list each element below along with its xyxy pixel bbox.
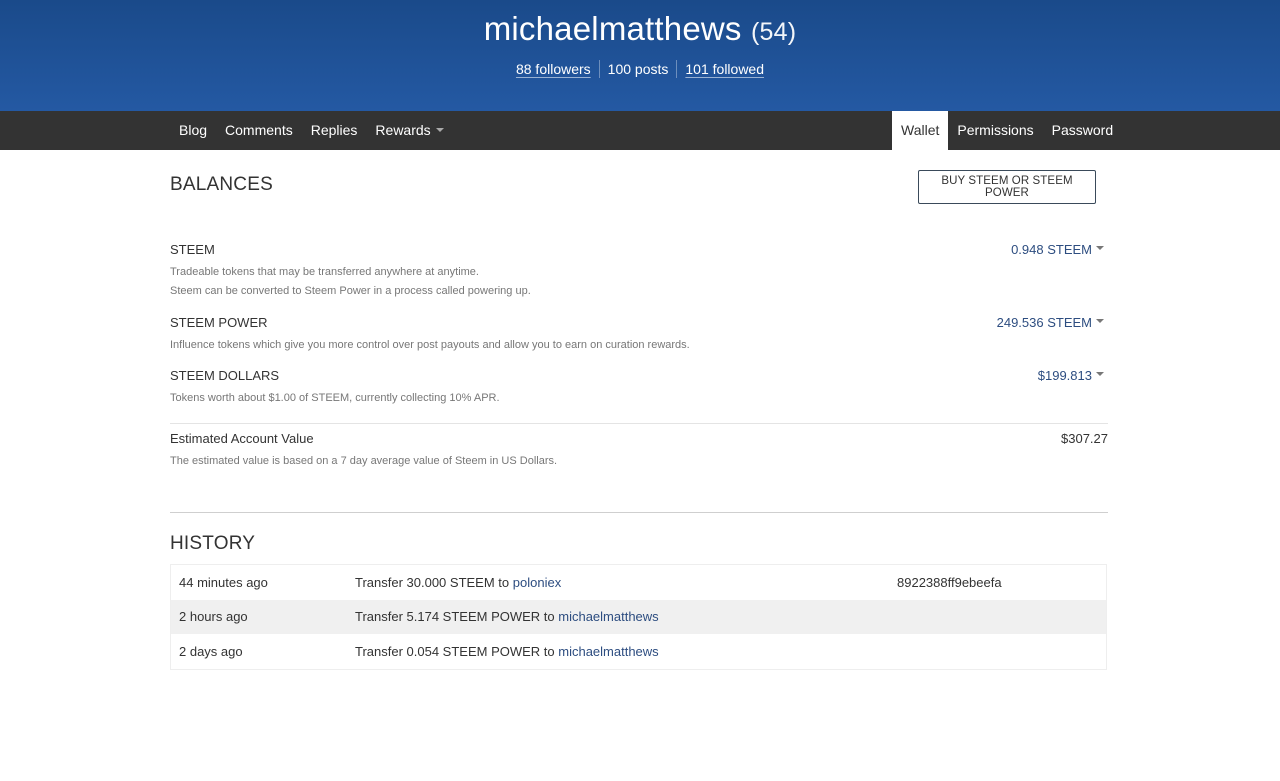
- nav-replies[interactable]: Replies: [302, 111, 367, 150]
- reputation-score: (54): [751, 18, 797, 46]
- buy-steem-button[interactable]: BUY STEEM OR STEEM POWER: [918, 170, 1096, 204]
- profile-title: michaelmatthews (54): [0, 10, 1280, 48]
- balance-description: Tokens worth about $1.00 of STEEM, curre…: [170, 389, 1108, 408]
- followed-link[interactable]: 101 followed: [677, 60, 772, 78]
- balance-name: STEEM DOLLARS: [170, 368, 280, 383]
- history-text: Transfer 5.174 STEEM POWER to: [355, 609, 559, 625]
- history-time: 2 days ago: [179, 643, 243, 659]
- history-title: HISTORY: [170, 533, 256, 554]
- balance-steem-power: STEEM POWER Influence tokens which give …: [170, 315, 1108, 355]
- history-description: Transfer 0.054 STEEM POWER to michaelmat…: [355, 644, 897, 659]
- balances-title: BALANCES: [170, 174, 273, 195]
- balance-name: STEEM: [170, 242, 215, 257]
- profile-header: michaelmatthews (54) 88 followers 100 po…: [0, 0, 1280, 111]
- steem-balance-dropdown[interactable]: 0.948 STEEM: [1011, 242, 1104, 257]
- nav-password[interactable]: Password: [1043, 111, 1122, 150]
- chevron-down-icon: [1096, 319, 1104, 323]
- nav-wallet[interactable]: Wallet: [892, 111, 949, 150]
- nav-permissions[interactable]: Permissions: [948, 111, 1042, 150]
- balance-desc-line: Tradeable tokens that may be transferred…: [170, 266, 479, 278]
- balance-description: Tradeable tokens that may be transferred…: [170, 263, 1108, 301]
- username: michaelmatthews: [483, 10, 742, 47]
- followers-link[interactable]: 88 followers: [508, 60, 599, 78]
- history-table: 44 minutes ago Transfer 30.000 STEEM to …: [170, 564, 1107, 670]
- chevron-down-icon: [1096, 372, 1104, 376]
- balance-description: The estimated value is based on a 7 day …: [170, 452, 1108, 471]
- history-description: Transfer 30.000 STEEM to poloniex: [355, 575, 897, 590]
- history-description: Transfer 5.174 STEEM POWER to michaelmat…: [355, 609, 897, 624]
- history-time: 2 hours ago: [179, 609, 248, 625]
- history-memo: 8922388ff9ebeefa: [897, 574, 1002, 590]
- estimated-value: $307.27: [1061, 431, 1108, 446]
- estimated-account-value: Estimated Account Value The estimated va…: [170, 431, 1108, 471]
- chevron-down-icon: [1096, 246, 1104, 250]
- history-time: 44 minutes ago: [179, 574, 268, 590]
- nav-blog[interactable]: Blog: [170, 111, 216, 150]
- balance-desc-line: Influence tokens which give you more con…: [170, 339, 690, 351]
- account-link[interactable]: michaelmatthews: [558, 609, 658, 624]
- nav-comments[interactable]: Comments: [216, 111, 302, 150]
- nav-rewards[interactable]: Rewards: [366, 111, 452, 150]
- balance-desc-line: Steem can be converted to Steem Power in…: [170, 285, 531, 297]
- balance-desc-line: Tokens worth about $1.00 of STEEM, curre…: [170, 392, 500, 404]
- balance-desc-line: The estimated value is based on a 7 day …: [170, 455, 558, 467]
- profile-nav: Blog Comments Replies Rewards Wallet Per…: [0, 111, 1280, 150]
- chevron-down-icon: [435, 127, 444, 132]
- balance-name: STEEM POWER: [170, 315, 268, 330]
- history-text: Transfer 30.000 STEEM to: [355, 574, 513, 590]
- table-row: 44 minutes ago Transfer 30.000 STEEM to …: [171, 565, 1106, 600]
- profile-stats: 88 followers 100 posts 101 followed: [0, 60, 1280, 78]
- divider: [170, 423, 1108, 424]
- balance-steem-dollars: STEEM DOLLARS Tokens worth about $1.00 o…: [170, 368, 1108, 408]
- balance-description: Influence tokens which give you more con…: [170, 336, 1108, 355]
- balance-value: 249.536 STEEM: [996, 315, 1092, 330]
- nav-rewards-label: Rewards: [375, 122, 431, 138]
- table-row: 2 hours ago Transfer 5.174 STEEM POWER t…: [171, 599, 1106, 634]
- steem-power-balance-dropdown[interactable]: 249.536 STEEM: [997, 315, 1104, 330]
- history-text: Transfer 0.054 STEEM POWER to: [355, 643, 559, 659]
- steem-dollars-balance-dropdown[interactable]: $199.813: [1038, 368, 1104, 383]
- account-link[interactable]: poloniex: [513, 575, 561, 590]
- table-row: 2 days ago Transfer 0.054 STEEM POWER to…: [171, 634, 1106, 669]
- balance-steem: STEEM Tradeable tokens that may be trans…: [170, 242, 1108, 301]
- nav-left: Blog Comments Replies Rewards: [170, 111, 453, 150]
- section-divider: [170, 512, 1108, 513]
- account-link[interactable]: michaelmatthews: [558, 644, 658, 659]
- balance-value: 0.948 STEEM: [1011, 242, 1092, 257]
- posts-count: 100 posts: [607, 61, 669, 77]
- balance-value: $199.813: [1037, 368, 1092, 383]
- balance-name: Estimated Account Value: [170, 431, 314, 446]
- nav-right: Wallet Permissions Password: [892, 111, 1122, 150]
